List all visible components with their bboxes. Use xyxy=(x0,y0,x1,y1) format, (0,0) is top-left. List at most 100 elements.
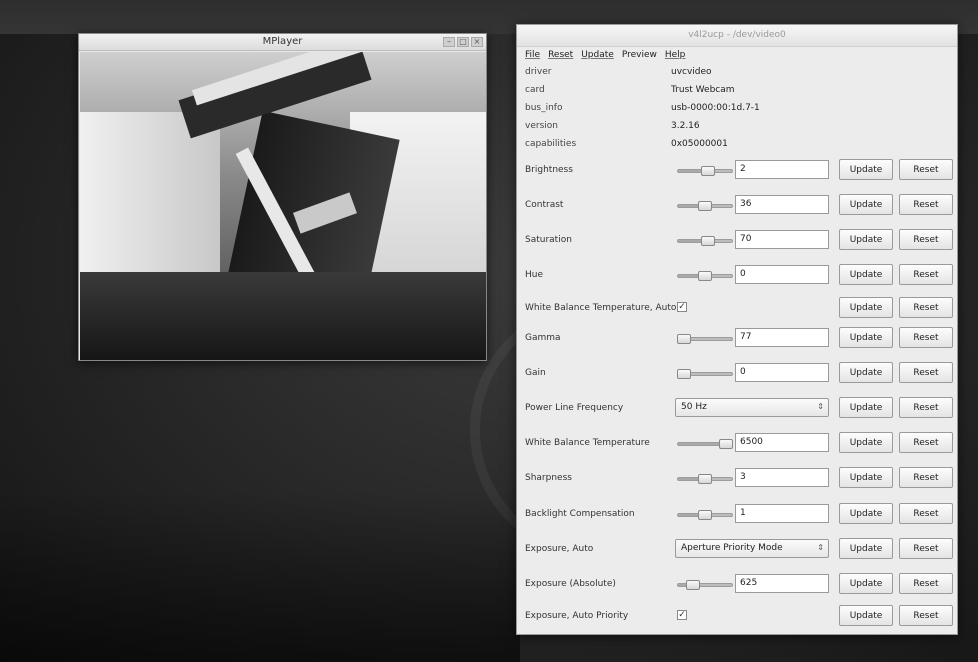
backlight-compensation-update-button[interactable]: Update xyxy=(839,503,893,524)
control-label: Exposure, Auto xyxy=(525,544,594,554)
saturation-update-button[interactable]: Update xyxy=(839,229,893,250)
mplayer-window[interactable]: MPlayer – □ × xyxy=(78,33,487,361)
white-balance-temperature-spinbox[interactable]: 6500 xyxy=(735,433,829,452)
backlight-compensation-reset-button[interactable]: Reset xyxy=(899,503,953,524)
exposure-absolute-slider[interactable] xyxy=(677,580,733,590)
exposure-auto-priority-reset-button[interactable]: Reset xyxy=(899,605,953,626)
info-value: uvcvideo xyxy=(671,67,712,77)
power-line-frequency-update-button[interactable]: Update xyxy=(839,397,893,418)
control-label: Gain xyxy=(525,368,546,378)
saturation-slider[interactable] xyxy=(677,236,733,246)
dropdown-value: 50 Hz xyxy=(681,402,707,412)
menu-file[interactable]: File xyxy=(525,50,540,65)
backlight-compensation-spinbox[interactable]: 1 xyxy=(735,504,829,523)
white-balance-temperature-auto-checkbox[interactable]: ✓ xyxy=(677,302,687,312)
contrast-spinbox[interactable]: 36 xyxy=(735,195,829,214)
menu-reset[interactable]: Reset xyxy=(548,50,573,65)
video-floor xyxy=(80,272,486,360)
contrast-reset-button[interactable]: Reset xyxy=(899,194,953,215)
saturation-reset-button[interactable]: Reset xyxy=(899,229,953,250)
slider-thumb[interactable] xyxy=(698,510,712,520)
info-value: 0x05000001 xyxy=(671,139,728,149)
control-row-contrast: Contrast 36 Update Reset xyxy=(517,190,957,220)
control-label: White Balance Temperature xyxy=(525,438,650,448)
control-row-gain: Gain 0 Update Reset xyxy=(517,358,957,388)
mplayer-titlebar[interactable]: MPlayer – □ × xyxy=(79,34,486,51)
brightness-slider[interactable] xyxy=(677,166,733,176)
hue-reset-button[interactable]: Reset xyxy=(899,264,953,285)
contrast-update-button[interactable]: Update xyxy=(839,194,893,215)
white-balance-temperature-update-button[interactable]: Update xyxy=(839,432,893,453)
control-label: Exposure, Auto Priority xyxy=(525,611,629,621)
gamma-slider[interactable] xyxy=(677,334,733,344)
contrast-slider[interactable] xyxy=(677,201,733,211)
minimize-icon[interactable]: – xyxy=(443,37,455,47)
gain-update-button[interactable]: Update xyxy=(839,362,893,383)
gamma-spinbox[interactable]: 77 xyxy=(735,328,829,347)
v4l2ucp-window[interactable]: v4l2ucp - /dev/video0 File Reset Update … xyxy=(516,24,958,635)
menu-preview[interactable]: Preview xyxy=(622,50,657,65)
gain-spinbox[interactable]: 0 xyxy=(735,363,829,382)
exposure-auto-priority-checkbox[interactable]: ✓ xyxy=(677,610,687,620)
slider-thumb[interactable] xyxy=(700,236,715,246)
slider-thumb[interactable] xyxy=(677,334,692,344)
power-line-frequency-reset-button[interactable]: Reset xyxy=(899,397,953,418)
slider-thumb[interactable] xyxy=(700,166,715,176)
slider-thumb[interactable] xyxy=(677,369,692,379)
gamma-update-button[interactable]: Update xyxy=(839,327,893,348)
slider-thumb[interactable] xyxy=(698,201,712,211)
hue-spinbox[interactable]: 0 xyxy=(735,265,829,284)
backlight-compensation-slider[interactable] xyxy=(677,510,733,520)
dropdown-arrow-icon: ⇕ xyxy=(817,543,824,552)
info-value: usb-0000:00:1d.7-1 xyxy=(671,103,760,113)
maximize-icon[interactable]: □ xyxy=(457,37,469,47)
control-label: Saturation xyxy=(525,235,572,245)
gain-reset-button[interactable]: Reset xyxy=(899,362,953,383)
white-balance-temperature-reset-button[interactable]: Reset xyxy=(899,432,953,453)
slider-thumb[interactable] xyxy=(686,580,701,590)
menu-help[interactable]: Help xyxy=(665,50,686,65)
sharpness-reset-button[interactable]: Reset xyxy=(899,467,953,488)
slider-thumb[interactable] xyxy=(698,474,712,484)
control-label: Exposure (Absolute) xyxy=(525,579,616,589)
slider-thumb[interactable] xyxy=(718,439,733,449)
sharpness-slider[interactable] xyxy=(677,474,733,484)
info-row-version: version 3.2.16 xyxy=(517,119,957,137)
info-value: Trust Webcam xyxy=(671,85,735,95)
v4l2ucp-titlebar[interactable]: v4l2ucp - /dev/video0 xyxy=(517,25,957,47)
hue-slider[interactable] xyxy=(677,271,733,281)
info-key: bus_info xyxy=(525,103,563,113)
control-row-power-line-frequency: Power Line Frequency 50 Hz ⇕ Update Reset xyxy=(517,393,957,423)
control-label: Brightness xyxy=(525,165,573,175)
control-row-gamma: Gamma 77 Update Reset xyxy=(517,323,957,353)
control-row-saturation: Saturation 70 Update Reset xyxy=(517,225,957,255)
sharpness-spinbox[interactable]: 3 xyxy=(735,468,829,487)
control-label: White Balance Temperature, Auto xyxy=(525,303,677,313)
exposure-auto-dropdown[interactable]: Aperture Priority Mode ⇕ xyxy=(675,539,829,558)
hue-update-button[interactable]: Update xyxy=(839,264,893,285)
exposure-absolute-spinbox[interactable]: 625 xyxy=(735,574,829,593)
exposure-auto-reset-button[interactable]: Reset xyxy=(899,538,953,559)
exposure-absolute-reset-button[interactable]: Reset xyxy=(899,573,953,594)
gain-slider[interactable] xyxy=(677,369,733,379)
white-balance-temperature-auto-update-button[interactable]: Update xyxy=(839,297,893,318)
power-line-frequency-dropdown[interactable]: 50 Hz ⇕ xyxy=(675,398,829,417)
exposure-absolute-update-button[interactable]: Update xyxy=(839,573,893,594)
menu-update[interactable]: Update xyxy=(581,50,614,65)
gamma-reset-button[interactable]: Reset xyxy=(899,327,953,348)
info-row-card: card Trust Webcam xyxy=(517,83,957,101)
brightness-update-button[interactable]: Update xyxy=(839,159,893,180)
close-icon[interactable]: × xyxy=(471,37,483,47)
saturation-spinbox[interactable]: 70 xyxy=(735,230,829,249)
white-balance-temperature-slider[interactable] xyxy=(677,439,733,449)
exposure-auto-priority-update-button[interactable]: Update xyxy=(839,605,893,626)
control-row-white-balance-temperature-auto: White Balance Temperature, Auto ✓ Update Re… xyxy=(517,293,957,323)
white-balance-temperature-auto-reset-button[interactable]: Reset xyxy=(899,297,953,318)
info-key: card xyxy=(525,85,545,95)
brightness-spinbox[interactable]: 2 xyxy=(735,160,829,179)
sharpness-update-button[interactable]: Update xyxy=(839,467,893,488)
info-row-bus-info: bus_info usb-0000:00:1d.7-1 xyxy=(517,101,957,119)
slider-thumb[interactable] xyxy=(698,271,712,281)
brightness-reset-button[interactable]: Reset xyxy=(899,159,953,180)
exposure-auto-update-button[interactable]: Update xyxy=(839,538,893,559)
